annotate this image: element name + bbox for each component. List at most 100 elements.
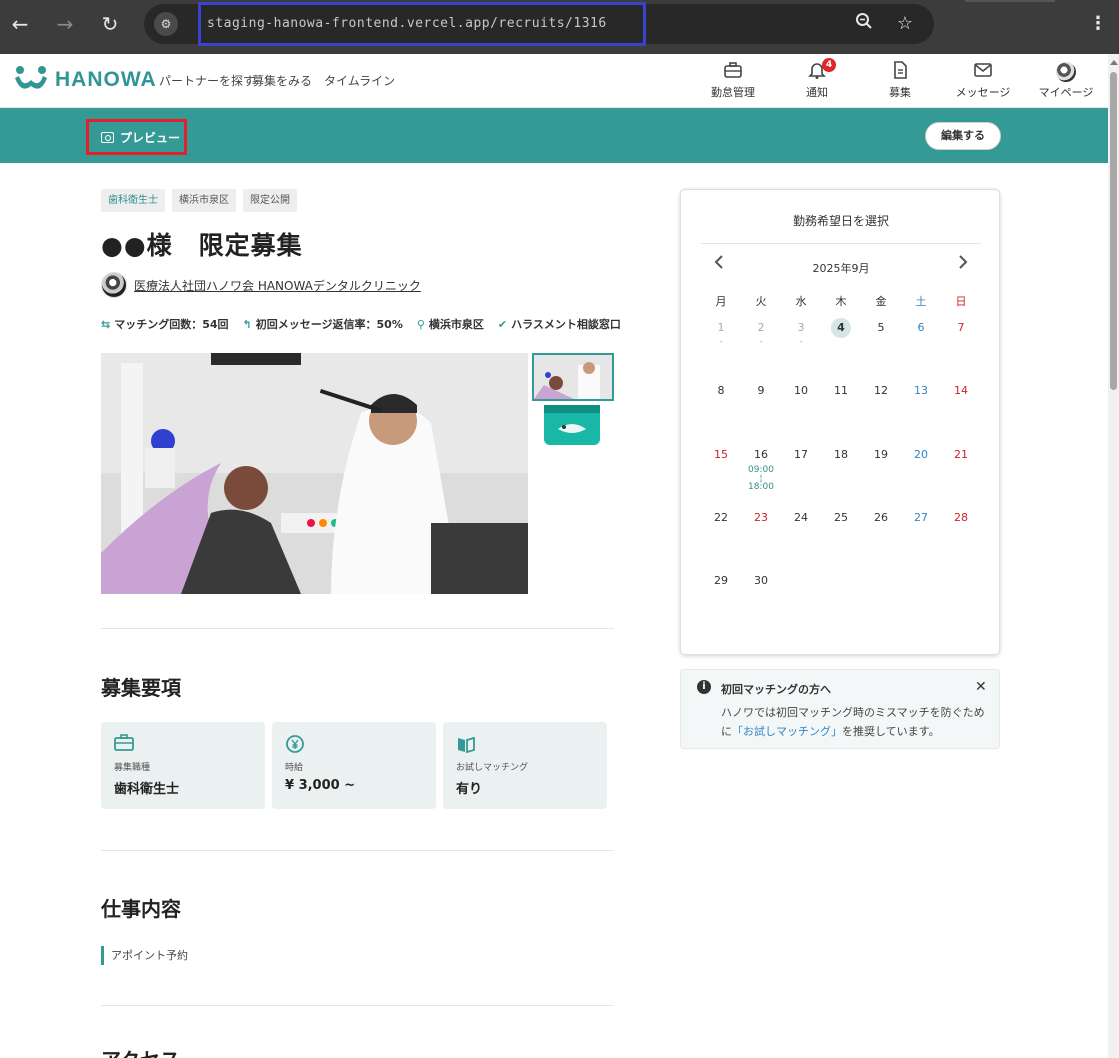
calendar-day: 1- (701, 318, 741, 347)
nav-link-timeline[interactable]: タイムライン (324, 72, 395, 89)
browser-toolbar: ← → ↻ ⚙ staging-hanowa-frontend.vercel.a… (0, 0, 1119, 54)
calendar-day[interactable]: 5 (861, 318, 901, 338)
card-value: 歯科衛生士 (114, 782, 180, 797)
calendar-day[interactable]: 15 (701, 445, 741, 465)
notice-title: 初回マッチングの方へ (721, 683, 831, 696)
eye-icon (101, 131, 114, 143)
clinic-link[interactable]: 医療法人社団ハノワ会 HANOWAデンタルクリニック (134, 277, 421, 294)
url-text[interactable]: staging-hanowa-frontend.vercel.app/recru… (198, 2, 646, 46)
unavailable-mark: - (799, 337, 803, 347)
reload-icon[interactable]: ↻ (98, 12, 122, 36)
calendar-day[interactable]: 20 (901, 445, 941, 465)
page-scrollbar[interactable] (1108, 54, 1119, 1058)
unavailable-mark: - (759, 337, 763, 347)
tag-job-type: 歯科衛生士 (101, 189, 165, 212)
nav-mypage[interactable]: マイページ (1031, 60, 1101, 100)
briefcase-icon (698, 60, 768, 82)
preview-label: プレビュー (120, 130, 181, 145)
nav-attendance[interactable]: 勤怠管理 (698, 60, 768, 100)
logo-mark-icon (13, 64, 49, 96)
reply-icon: ↰ (242, 317, 252, 331)
work-item: アポイント予約 (101, 946, 188, 965)
nav-messages-label: メッセージ (955, 86, 1011, 99)
menu-icon[interactable]: ⋮ (1088, 12, 1108, 36)
calendar-day[interactable]: 14 (941, 381, 981, 401)
calendar-day[interactable]: 23 (741, 508, 781, 528)
day-number: 18 (834, 448, 848, 461)
calendar-day[interactable]: 24 (781, 508, 821, 528)
calendar-day[interactable]: 29 (701, 571, 741, 591)
book-icon (456, 734, 594, 754)
calendar-day[interactable]: 27 (901, 508, 941, 528)
forward-icon[interactable]: → (53, 12, 77, 36)
address-bar[interactable]: ⚙ staging-hanowa-frontend.vercel.app/rec… (144, 2, 934, 46)
logo[interactable]: HANOWA (13, 64, 157, 96)
section-divider (101, 850, 614, 851)
calendar-day[interactable]: 4 (821, 318, 861, 338)
calendar-day[interactable]: 18 (821, 445, 861, 465)
calendar-day[interactable]: 25 (821, 508, 861, 528)
weekday-label: 土 (915, 295, 927, 308)
info-icon: i (697, 680, 711, 694)
calendar-month: 2025年9月 (812, 262, 870, 275)
card-value: ¥ 3,000 ~ (285, 778, 356, 793)
shield-check-icon: ✔ (497, 317, 508, 331)
tag-area: 横浜市泉区 (172, 189, 236, 212)
section-divider (101, 628, 614, 629)
access-title: アクセス (101, 1044, 180, 1058)
nav-link-see-recruits[interactable]: 募集をみる (252, 72, 312, 89)
stat-matching: ⇆ マッチング回数：54回 (101, 316, 229, 332)
nav-link-find-partner[interactable]: パートナーを探す (159, 72, 255, 89)
nav-recruit-label: 募集 (889, 86, 911, 99)
nav-messages[interactable]: メッセージ (948, 60, 1018, 100)
calendar-day[interactable]: 17 (781, 445, 821, 465)
work-title: 仕事内容 (101, 897, 181, 921)
day-number: 9 (757, 384, 765, 397)
day-number: 22 (714, 511, 728, 524)
day-number: 14 (954, 384, 968, 397)
day-number: 25 (834, 511, 848, 524)
nav-recruit[interactable]: 募集 (865, 60, 935, 100)
edit-button[interactable]: 編集する (925, 122, 1001, 150)
calendar-day[interactable]: 13 (901, 381, 941, 401)
calendar-day[interactable]: 21 (941, 445, 981, 465)
calendar-day[interactable]: 19 (861, 445, 901, 465)
day-number: 15 (714, 448, 728, 461)
calendar-day[interactable]: 28 (941, 508, 981, 528)
trial-matching-link[interactable]: 「お試しマッチング」 (732, 725, 842, 738)
calendar-day[interactable]: 6 (901, 318, 941, 338)
calendar-day[interactable]: 11 (821, 381, 861, 401)
scroll-up-arrow-icon[interactable] (1110, 60, 1118, 65)
calendar-day[interactable]: 12 (861, 381, 901, 401)
shift-end-time: 18:00 (748, 482, 774, 492)
calendar-day[interactable]: 30 (741, 571, 781, 591)
nav-notifications[interactable]: 4 通知 (782, 58, 852, 100)
info-notice: i 初回マッチングの方へ ✕ ハノワでは初回マッチング時のミスマッチを防ぐために… (680, 669, 1000, 749)
site-info-icon[interactable]: ⚙ (154, 12, 178, 36)
back-icon[interactable]: ← (8, 12, 32, 36)
weekday-label: 水 (795, 295, 807, 308)
thumbnail-1[interactable] (532, 353, 614, 401)
calendar-day[interactable]: 8 (701, 381, 741, 401)
star-icon[interactable]: ☆ (893, 12, 917, 36)
day-number: 21 (954, 448, 968, 461)
zoom-out-icon[interactable] (852, 12, 876, 36)
calendar-day[interactable]: 26 (861, 508, 901, 528)
calendar-day[interactable]: 16 09:00 ¦ 18:00 (741, 445, 781, 493)
day-number: 17 (794, 448, 808, 461)
day-number: 24 (794, 511, 808, 524)
day-number: 5 (877, 321, 885, 334)
briefcase-icon (114, 734, 252, 754)
scroll-thumb[interactable] (1110, 72, 1117, 390)
thumbnail-2[interactable] (534, 403, 612, 449)
day-number: 13 (914, 384, 928, 397)
weekday-label: 火 (755, 295, 767, 308)
clinic-stats: ⇆ マッチング回数：54回 ↰ 初回メッセージ返信率：50% ⚲ 横浜市泉区 ✔ ハラス… (101, 316, 621, 332)
close-icon[interactable]: ✕ (975, 679, 987, 695)
calendar-day[interactable]: 9 (741, 381, 781, 401)
calendar-day[interactable]: 10 (781, 381, 821, 401)
tag-visibility: 限定公開 (243, 189, 297, 212)
calendar-day[interactable]: 22 (701, 508, 741, 528)
calendar-day[interactable]: 7 (941, 318, 981, 338)
nav-mypage-label: マイページ (1038, 86, 1094, 99)
